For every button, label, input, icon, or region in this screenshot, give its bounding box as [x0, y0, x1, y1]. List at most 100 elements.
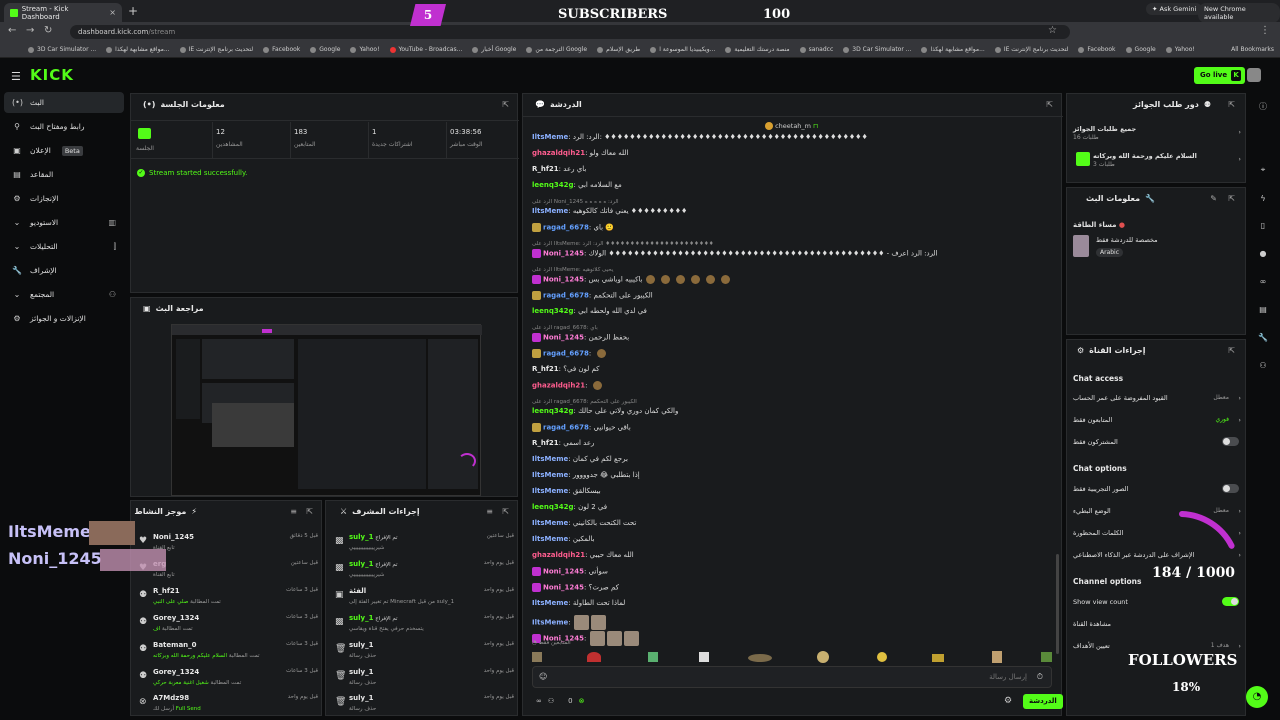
bookmark-item[interactable]: Google: [310, 46, 340, 53]
chat-username[interactable]: IltsMeme: [532, 133, 568, 141]
bookmark-item[interactable]: مواقع مشابهة لهكذا...: [921, 46, 985, 53]
reward-row-greeting[interactable]: السلام عليكم ورحمة الله وبركاته طلبات 3 ›: [1073, 152, 1243, 168]
menu-dots-icon[interactable]: ⋮: [1260, 25, 1270, 36]
chat-input[interactable]: ☺ إرسال رسالة ⏱: [532, 666, 1052, 688]
expand-icon[interactable]: ⇱: [1228, 194, 1235, 203]
chat-send-button[interactable]: الدردشة: [1023, 694, 1063, 709]
chat-username[interactable]: ghazaldqih21: [532, 382, 585, 390]
browser-tab[interactable]: Stream - Kick Dashboard ×: [4, 3, 122, 22]
sidebar-item-drops[interactable]: ⚙ الإنزالات و الجوائز: [4, 308, 124, 329]
kick-logo[interactable]: KICK: [30, 66, 74, 84]
bookmark-item[interactable]: منصة درستك التعليمية: [725, 46, 790, 53]
sidebar-item-stream-key[interactable]: ⚲ رابط ومفتاح البث: [4, 116, 124, 137]
chat-message[interactable]: ragad_6678: باي 🙂: [532, 223, 1052, 232]
emote-icon[interactable]: [532, 652, 542, 662]
lightning-icon[interactable]: ϟ: [1255, 194, 1271, 203]
info-icon[interactable]: ⓘ: [1255, 101, 1271, 112]
chat-settings-gear-icon[interactable]: ⚙: [1004, 696, 1012, 706]
chat-message[interactable]: Noni_1245:: [532, 631, 1052, 646]
wrench-icon[interactable]: 🔧: [1255, 333, 1271, 342]
filter-icon[interactable]: ≡: [486, 507, 493, 516]
emote-icon[interactable]: [748, 654, 772, 662]
sidebar-item-analytics[interactable]: ⌄ التحليلات ⫿: [4, 236, 124, 257]
sidebar-item-community[interactable]: ⌄ المجتمع ⚇: [4, 284, 124, 305]
chat-username[interactable]: IltsMeme: [532, 455, 568, 463]
expand-icon[interactable]: ⇱: [306, 507, 313, 516]
bookmark-item[interactable]: ⁡IE لتحديث برنامج الإنترنت: [179, 46, 253, 53]
chat-username[interactable]: Noni_1245: [543, 584, 584, 592]
chat-message[interactable]: R_hf21: رعد اسمي: [532, 439, 1052, 447]
bookmark-star-icon[interactable]: ☆: [1048, 25, 1057, 36]
chat-message[interactable]: ragad_6678:: [532, 349, 1052, 358]
bookmark-item[interactable]: Facebook: [263, 46, 300, 53]
bookmark-item[interactable]: مواقع مشابهة لهكذا...: [106, 46, 170, 53]
expand-icon[interactable]: ⇱: [1228, 100, 1235, 109]
bookmark-item[interactable]: الترجمة من Google: [526, 46, 587, 53]
chat-message[interactable]: Noni_1245: باكيبيه اوباشي بس: [532, 275, 1052, 284]
chat-username[interactable]: leenq342g: [532, 407, 574, 415]
chat-message[interactable]: IltsMeme: برجع لكم في كمان: [532, 455, 1052, 463]
chat-message[interactable]: IltsMeme: الرد: الرد: ♦♦♦♦♦♦♦♦♦♦♦♦♦♦♦♦♦♦…: [532, 133, 1052, 141]
users-icon[interactable]: ⚇: [548, 697, 554, 705]
bookmark-item[interactable]: Google: [1125, 46, 1156, 53]
mobile-icon[interactable]: ▯: [1255, 221, 1271, 230]
back-icon[interactable]: ←: [8, 25, 16, 36]
forward-icon[interactable]: →: [26, 25, 34, 36]
chat-message[interactable]: IltsMeme:: [532, 615, 1052, 630]
sidebar-item-studio[interactable]: ⌄ الاستوديو ▥: [4, 212, 124, 233]
view-channel-row[interactable]: مشاهدة القناة: [1073, 620, 1243, 628]
emote-icon[interactable]: [1041, 652, 1052, 662]
account-age-row[interactable]: القيود المفروضة على عمر الحساب معطل ›: [1073, 394, 1243, 402]
chat-username[interactable]: Noni_1245: [543, 568, 584, 576]
chat-message[interactable]: IltsMeme: يعني فاتك كالكوهيه ♦♦♦♦♦♦♦♦♦: [532, 207, 1052, 215]
chat-message[interactable]: IltsMeme: لماذا تحت الطاولة: [532, 599, 1052, 607]
sidebar-item-seats[interactable]: ▤ المقاعد: [4, 164, 124, 185]
chat-message[interactable]: R_hf21: باي رعد: [532, 165, 1052, 173]
chat-username[interactable]: ragad_6678: [543, 224, 589, 232]
chat-username[interactable]: IltsMeme: [532, 619, 568, 627]
new-tab-icon[interactable]: +: [128, 4, 138, 18]
user-avatar[interactable]: [1247, 68, 1261, 82]
chat-username[interactable]: IltsMeme: [532, 487, 568, 495]
chat-username[interactable]: IltsMeme: [532, 207, 568, 215]
chat-scrollbar[interactable]: [1056, 554, 1059, 654]
chat-message[interactable]: Noni_1245: كم صرت؟: [532, 583, 1052, 592]
emote-icon[interactable]: [587, 652, 601, 662]
chat-message[interactable]: ghazaldqih21: الله معاك ولو: [532, 149, 1052, 157]
chat-username[interactable]: Noni_1245: [543, 334, 584, 342]
chat-username[interactable]: IltsMeme: [532, 471, 568, 479]
edit-pencil-icon[interactable]: ✎: [1210, 194, 1217, 203]
chat-message[interactable]: Noni_1245: سوأتي: [532, 567, 1052, 576]
chat-bubble-icon[interactable]: ●: [1255, 249, 1271, 258]
chat-message[interactable]: Noni_1245: الرد: الرد اعرف - ♦♦♦♦♦♦♦♦♦♦♦…: [532, 249, 1052, 258]
chat-username[interactable]: R_hf21: [532, 439, 559, 447]
infinity-icon[interactable]: ∞: [536, 697, 542, 705]
sidebar-item-stream[interactable]: (•) البث: [4, 92, 124, 113]
bookmark-item[interactable]: ويكيبيديا الموسوعة ا...: [650, 46, 715, 53]
chat-username[interactable]: IltsMeme: [532, 519, 568, 527]
chat-message[interactable]: R_hf21: كم لون في؟: [532, 365, 1052, 373]
bookmark-item[interactable]: Yahoo!: [1165, 46, 1195, 53]
chat-message[interactable]: leenq342g: في 2 لون: [532, 503, 1052, 511]
chat-username[interactable]: R_hf21: [532, 165, 559, 173]
users-icon[interactable]: ⚇: [1255, 361, 1271, 370]
go-live-button[interactable]: Go live K: [1194, 67, 1246, 84]
stream-preview-video[interactable]: [171, 324, 482, 496]
expand-icon[interactable]: ⇱: [502, 507, 509, 516]
chat-username[interactable]: ragad_6678: [543, 292, 589, 300]
chat-message[interactable]: IltsMeme: إذا بتطلبي 😂 جدوووور: [532, 471, 1052, 479]
chat-username[interactable]: leenq342g: [532, 181, 574, 189]
chat-message[interactable]: ghazaldqih21:: [532, 381, 1052, 390]
sidebar-item-ads[interactable]: ▣ الإعلان Beta: [4, 140, 124, 161]
chat-username[interactable]: ragad_6678: [543, 424, 589, 432]
set-goals-row[interactable]: تعيين الأهداف هدف 1 ›: [1073, 642, 1243, 650]
chat-username[interactable]: leenq342g: [532, 307, 574, 315]
chat-message[interactable]: leenq342g: في لدي الله ولحطه ابي: [532, 307, 1052, 315]
emote-icon[interactable]: [648, 652, 658, 662]
subscribers-only-toggle[interactable]: [1222, 437, 1239, 446]
chat-message[interactable]: IltsMeme: تحت الكتحت بالكانيني: [532, 519, 1052, 527]
url-input[interactable]: dashboard.kick.com/stream: [70, 25, 1070, 39]
chat-username[interactable]: leenq342g: [532, 503, 574, 511]
chat-username[interactable]: IltsMeme: [532, 535, 568, 543]
chat-message[interactable]: ragad_6678: باقي حيوانيي: [532, 423, 1052, 432]
